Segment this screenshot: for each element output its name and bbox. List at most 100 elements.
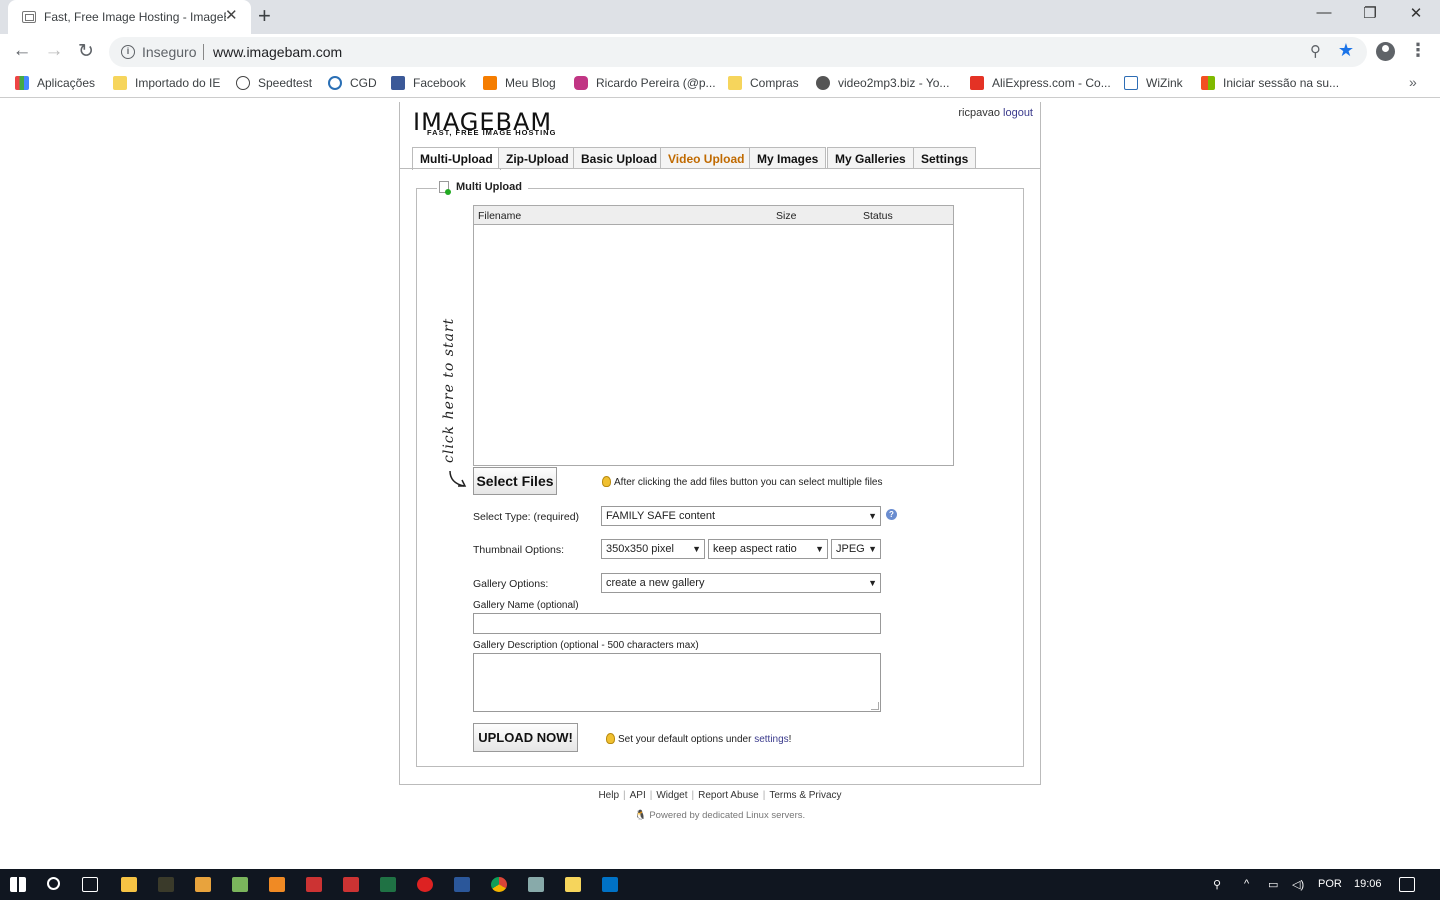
thumbnail-aspect-dropdown[interactable]: keep aspect ratio ▼ (708, 539, 828, 559)
facebook-icon (391, 76, 405, 90)
resize-handle-icon[interactable] (871, 702, 879, 710)
app-icon[interactable] (417, 877, 433, 892)
close-tab-icon[interactable]: ✕ (225, 6, 238, 24)
footer-report-abuse-link[interactable]: Report Abuse (698, 790, 759, 801)
tab-zip-upload[interactable]: Zip-Upload (498, 147, 577, 169)
excel-icon[interactable] (380, 877, 396, 892)
powered-by-text: Powered by dedicated Linux servers. (649, 810, 806, 821)
select-type-dropdown[interactable]: FAMILY SAFE content ▼ (601, 506, 881, 526)
windows-start-icon[interactable] (10, 877, 26, 892)
app-icon[interactable] (158, 877, 174, 892)
bookmark-apps[interactable]: Aplicações (15, 76, 95, 90)
bookmark-label: Compras (750, 76, 799, 90)
bookmark-folder-ie[interactable]: Importado do IE (113, 76, 220, 90)
minimize-icon[interactable]: — (1301, 4, 1347, 21)
select-type-label: Select Type: (required) (473, 511, 580, 523)
cgd-icon (328, 76, 342, 90)
tab-my-galleries[interactable]: My Galleries (827, 147, 914, 169)
app-icon[interactable] (528, 877, 544, 892)
url-text[interactable]: www.imagebam.com (213, 44, 342, 60)
select-files-button[interactable]: Select Files (473, 467, 557, 495)
tab-title: Fast, Free Image Hosting - ImageBam (44, 10, 226, 24)
back-icon[interactable]: ← (8, 40, 36, 62)
username: ricpavao (958, 107, 1000, 119)
close-window-icon[interactable]: ✕ (1393, 4, 1439, 22)
bookmark-folder-compras[interactable]: Compras (728, 76, 799, 90)
new-tab-icon[interactable]: + (258, 3, 271, 29)
reload-icon[interactable]: ↻ (72, 40, 100, 63)
volume-icon[interactable]: ◁) (1292, 878, 1304, 891)
settings-link[interactable]: settings (754, 734, 788, 745)
gallery-name-input[interactable] (473, 613, 881, 634)
notifications-icon[interactable] (1399, 877, 1415, 892)
pdf-icon[interactable] (343, 877, 359, 892)
bookmark-cgd[interactable]: CGD (328, 76, 377, 90)
imagebam-container: IMAGEBAM FAST, FREE IMAGE HOSTING ricpav… (399, 102, 1041, 785)
site-tagline: FAST, FREE IMAGE HOSTING (427, 128, 557, 137)
upload-now-button[interactable]: UPLOAD NOW! (473, 723, 578, 752)
bookmark-speedtest[interactable]: Speedtest (236, 76, 312, 90)
footer-help-link[interactable]: Help (598, 790, 619, 801)
column-size[interactable]: Size (776, 210, 796, 222)
chrome-icon[interactable] (491, 877, 507, 892)
tray-expand-icon[interactable]: ^ (1244, 878, 1249, 890)
column-status[interactable]: Status (863, 210, 893, 222)
bookmark-microsoft[interactable]: Iniciar sessão na su... (1201, 76, 1339, 90)
penguin-icon: 🐧 (634, 810, 647, 821)
language-indicator[interactable]: POR (1318, 878, 1342, 890)
bookmark-label: Facebook (413, 76, 466, 90)
app-icon[interactable] (232, 877, 248, 892)
restore-icon[interactable]: ❐ (1347, 4, 1393, 22)
tab-my-images[interactable]: My Images (749, 147, 827, 169)
gallery-options-dropdown[interactable]: create a new gallery ▼ (601, 573, 881, 593)
app-icon[interactable] (269, 877, 285, 892)
footer-widget-link[interactable]: Widget (656, 790, 687, 801)
bookmarks-overflow-icon[interactable]: » (1409, 74, 1417, 90)
bookmark-aliexpress[interactable]: AliExpress.com - Co... (970, 76, 1111, 90)
file-list[interactable]: Filename Size Status (473, 205, 954, 466)
outlook-icon[interactable] (602, 877, 618, 892)
people-icon[interactable]: ⚲ (1213, 878, 1221, 891)
notes-icon[interactable] (565, 877, 581, 892)
gallery-description-textarea[interactable] (473, 653, 881, 712)
tab-basic-upload[interactable]: Basic Upload (573, 147, 666, 169)
info-icon[interactable]: i (121, 45, 135, 59)
column-filename[interactable]: Filename (478, 210, 521, 222)
bookmark-blog[interactable]: Meu Blog (483, 76, 556, 90)
section-title-text: Multi Upload (456, 181, 522, 193)
profile-icon[interactable] (1376, 42, 1395, 61)
thumbnail-format-dropdown[interactable]: JPEG ▼ (831, 539, 881, 559)
logout-link[interactable]: logout (1003, 107, 1033, 119)
bookmark-instagram[interactable]: Ricardo Pereira (@p... (574, 76, 716, 90)
default-options-hint: Set your default options under settings! (606, 733, 791, 745)
media-player-icon[interactable] (195, 877, 211, 892)
zoom-icon[interactable]: ⚲ (1310, 42, 1321, 60)
tab-multi-upload[interactable]: Multi-Upload (412, 147, 501, 170)
address-bar[interactable]: i Inseguro www.imagebam.com ⚲ ★ (109, 37, 1367, 67)
bookmark-star-icon[interactable]: ★ (1338, 40, 1354, 61)
app-icon[interactable] (306, 877, 322, 892)
file-list-header: Filename Size Status (474, 206, 953, 225)
chrome-menu-icon[interactable]: ⋮ (1408, 40, 1428, 61)
forward-icon[interactable]: → (40, 40, 68, 62)
thumbnail-size-dropdown[interactable]: 350x350 pixel ▼ (601, 539, 705, 559)
tab-settings[interactable]: Settings (913, 147, 977, 169)
footer-terms-link[interactable]: Terms & Privacy (769, 790, 841, 801)
gallery-options-value: create a new gallery (606, 577, 705, 589)
thumbnail-size-value: 350x350 pixel (606, 543, 674, 555)
clock[interactable]: 19:06 (1354, 878, 1382, 890)
tab-video-upload[interactable]: Video Upload (660, 147, 753, 169)
task-view-icon[interactable] (82, 877, 98, 892)
word-icon[interactable] (454, 877, 470, 892)
thumbnail-aspect-value: keep aspect ratio (713, 543, 797, 555)
footer-api-link[interactable]: API (630, 790, 646, 801)
help-icon[interactable]: ? (886, 509, 897, 520)
powered-by: 🐧 Powered by dedicated Linux servers. (399, 810, 1041, 821)
bookmark-video2mp3[interactable]: video2mp3.biz - Yo... (816, 76, 949, 90)
bookmark-wizink[interactable]: WiZink (1124, 76, 1183, 90)
browser-tab[interactable]: Fast, Free Image Hosting - ImageBam ✕ (8, 0, 251, 34)
bookmark-facebook[interactable]: Facebook (391, 76, 466, 90)
search-icon[interactable] (47, 877, 60, 890)
network-icon[interactable]: ▭ (1268, 878, 1278, 891)
file-explorer-icon[interactable] (121, 877, 137, 892)
